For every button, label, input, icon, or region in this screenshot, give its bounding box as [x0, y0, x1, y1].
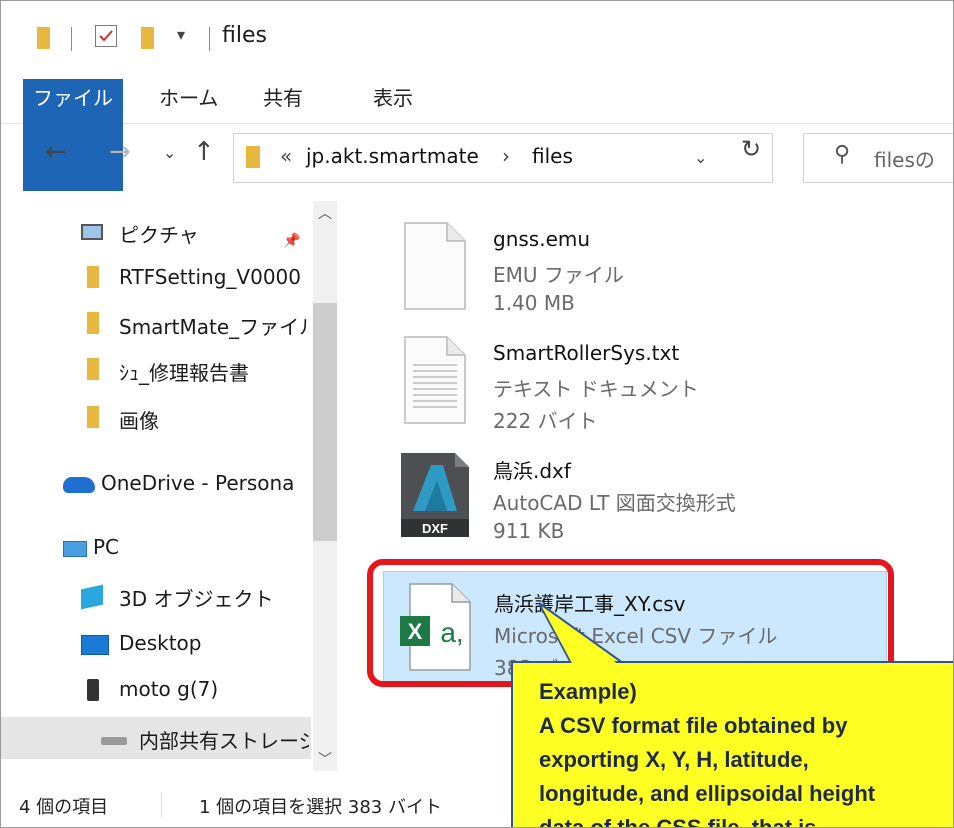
phone-icon	[87, 679, 99, 701]
address-bar[interactable]: « jp.akt.smartmate › files ⌄	[233, 133, 773, 183]
nav-scrollbar[interactable]: ︿ ﹀	[313, 201, 337, 771]
nav-item-label: moto g(7)	[119, 677, 219, 701]
drive-icon	[101, 737, 127, 745]
pictures-icon	[81, 224, 103, 240]
file-name: 鳥浜.dxf	[493, 459, 571, 483]
navigation-pane: ピクチャ 📌 RTFSetting_V0000 SmartMate_ファイル ｼ…	[1, 201, 341, 771]
folder-icon	[87, 406, 99, 428]
nav-item-pictures[interactable]: ピクチャ 📌	[1, 211, 311, 253]
navigation-bar: ← → ⌄ ↑ « jp.akt.smartmate › files ⌄ ↻ ⚲…	[1, 123, 953, 195]
refresh-icon[interactable]: ↻	[741, 135, 761, 163]
nav-item-label: OneDrive - Persona	[101, 471, 295, 495]
address-overflow[interactable]: «	[280, 144, 292, 168]
file-type: テキスト ドキュメント	[493, 377, 699, 401]
text-file-icon	[404, 336, 466, 424]
file-type: EMU ファイル	[493, 263, 624, 287]
computer-icon	[63, 541, 87, 557]
cube-icon	[81, 584, 103, 610]
file-size: 911 KB	[493, 519, 565, 543]
file-item[interactable]: SmartRollerSys.txt テキスト ドキュメント 222 バイト	[383, 325, 887, 437]
nav-item-folder[interactable]: 画像	[1, 397, 311, 439]
window-title: files	[222, 23, 267, 48]
nav-item-folder[interactable]: SmartMate_ファイル	[1, 303, 311, 345]
nav-item-label: PC	[93, 535, 120, 559]
up-arrow-icon[interactable]: ↑	[193, 137, 215, 167]
nav-item-label: Desktop	[119, 631, 202, 655]
explorer-window: ▾ files ファイル ホーム 共有 表示 ← → ⌄ ↑ « jp.akt.…	[0, 0, 954, 828]
nav-item-pc[interactable]: PC	[1, 527, 311, 569]
search-box[interactable]: ⚲ filesの	[803, 133, 953, 183]
cloud-icon	[63, 477, 95, 493]
properties-check-icon[interactable]	[95, 25, 117, 47]
nav-item-onedrive[interactable]: OneDrive - Persona	[1, 463, 311, 505]
back-arrow-icon[interactable]: ←	[45, 137, 67, 167]
divider	[161, 793, 162, 817]
status-selection: 1 個の項目を選択 383 バイト	[199, 797, 442, 818]
callout-line: data of the CSS file, that is,	[539, 815, 823, 828]
nav-item-label: 画像	[119, 409, 159, 433]
breadcrumb-segment[interactable]: files	[532, 144, 573, 168]
folder-icon	[87, 312, 99, 334]
scroll-up-icon[interactable]: ︿	[318, 203, 332, 223]
file-name: SmartRollerSys.txt	[493, 341, 680, 365]
divider	[209, 27, 210, 51]
folder-icon	[87, 266, 99, 288]
file-size: 1.40 MB	[493, 291, 575, 315]
nav-item-label: ピクチャ	[119, 223, 199, 247]
ribbon-tabs: ファイル ホーム 共有 表示	[1, 79, 953, 191]
nav-item-folder[interactable]: ｼｭ_修理報告書	[1, 349, 311, 391]
recent-locations-chevron-icon[interactable]: ⌄	[163, 143, 176, 162]
tab-home[interactable]: ホーム	[159, 79, 218, 119]
nav-item-folder[interactable]: RTFSetting_V0000	[1, 257, 311, 299]
search-placeholder: filesの	[874, 148, 935, 172]
nav-item-label: RTFSetting_V0000	[119, 265, 302, 289]
tab-view[interactable]: 表示	[373, 79, 413, 119]
blank-file-icon	[404, 222, 466, 310]
nav-item-3d-objects[interactable]: 3D オブジェクト	[1, 575, 311, 617]
divider	[71, 27, 72, 51]
new-folder-icon[interactable]	[141, 27, 154, 49]
address-dropdown-icon[interactable]: ⌄	[694, 148, 707, 167]
nav-item-label: SmartMate_ファイル	[119, 315, 309, 339]
nav-item-internal-storage[interactable]: 内部共有ストレージ	[1, 717, 311, 759]
forward-arrow-icon[interactable]: →	[109, 137, 131, 167]
breadcrumb-segment[interactable]: jp.akt.smartmate	[306, 144, 479, 168]
tab-share[interactable]: 共有	[263, 79, 303, 119]
nav-item-label: ｼｭ_修理報告書	[119, 361, 249, 385]
annotation-callout: Example) A CSV format file obtained by e…	[511, 661, 953, 828]
breadcrumb-separator-icon[interactable]: ›	[502, 144, 510, 168]
scroll-down-icon[interactable]: ﹀	[318, 749, 332, 769]
nav-item-label: 内部共有ストレージ	[139, 729, 309, 753]
nav-item-device[interactable]: moto g(7)	[1, 669, 311, 711]
autocad-dxf-icon: DXF	[401, 453, 469, 537]
callout-line: longitude, and ellipsoidal height	[539, 781, 876, 806]
desktop-icon	[81, 635, 109, 655]
pin-icon[interactable]: 📌	[283, 233, 300, 249]
search-icon: ⚲	[834, 142, 851, 167]
nav-item-desktop[interactable]: Desktop	[1, 623, 311, 665]
callout-line: exporting X, Y, H, latitude,	[539, 747, 809, 772]
file-name: gnss.emu	[493, 227, 591, 251]
dxf-badge: DXF	[422, 521, 448, 536]
file-size: 222 バイト	[493, 409, 598, 433]
folder-icon	[87, 358, 99, 380]
file-type: AutoCAD LT 図面交換形式	[493, 491, 736, 515]
callout-line: A CSV format file obtained by	[539, 713, 848, 738]
status-item-count: 4 個の項目	[19, 797, 109, 818]
title-bar: ▾ files	[1, 1, 953, 79]
callout-line: Example)	[539, 679, 637, 704]
file-item[interactable]: DXF 鳥浜.dxf AutoCAD LT 図面交換形式 911 KB	[383, 439, 887, 551]
folder-icon	[246, 146, 260, 168]
nav-item-label: 3D オブジェクト	[119, 587, 274, 611]
scrollbar-thumb[interactable]	[313, 303, 337, 541]
folder-icon	[37, 27, 50, 49]
file-item[interactable]: gnss.emu EMU ファイル 1.40 MB	[383, 211, 887, 323]
quick-access-dropdown-icon[interactable]: ▾	[177, 25, 185, 44]
